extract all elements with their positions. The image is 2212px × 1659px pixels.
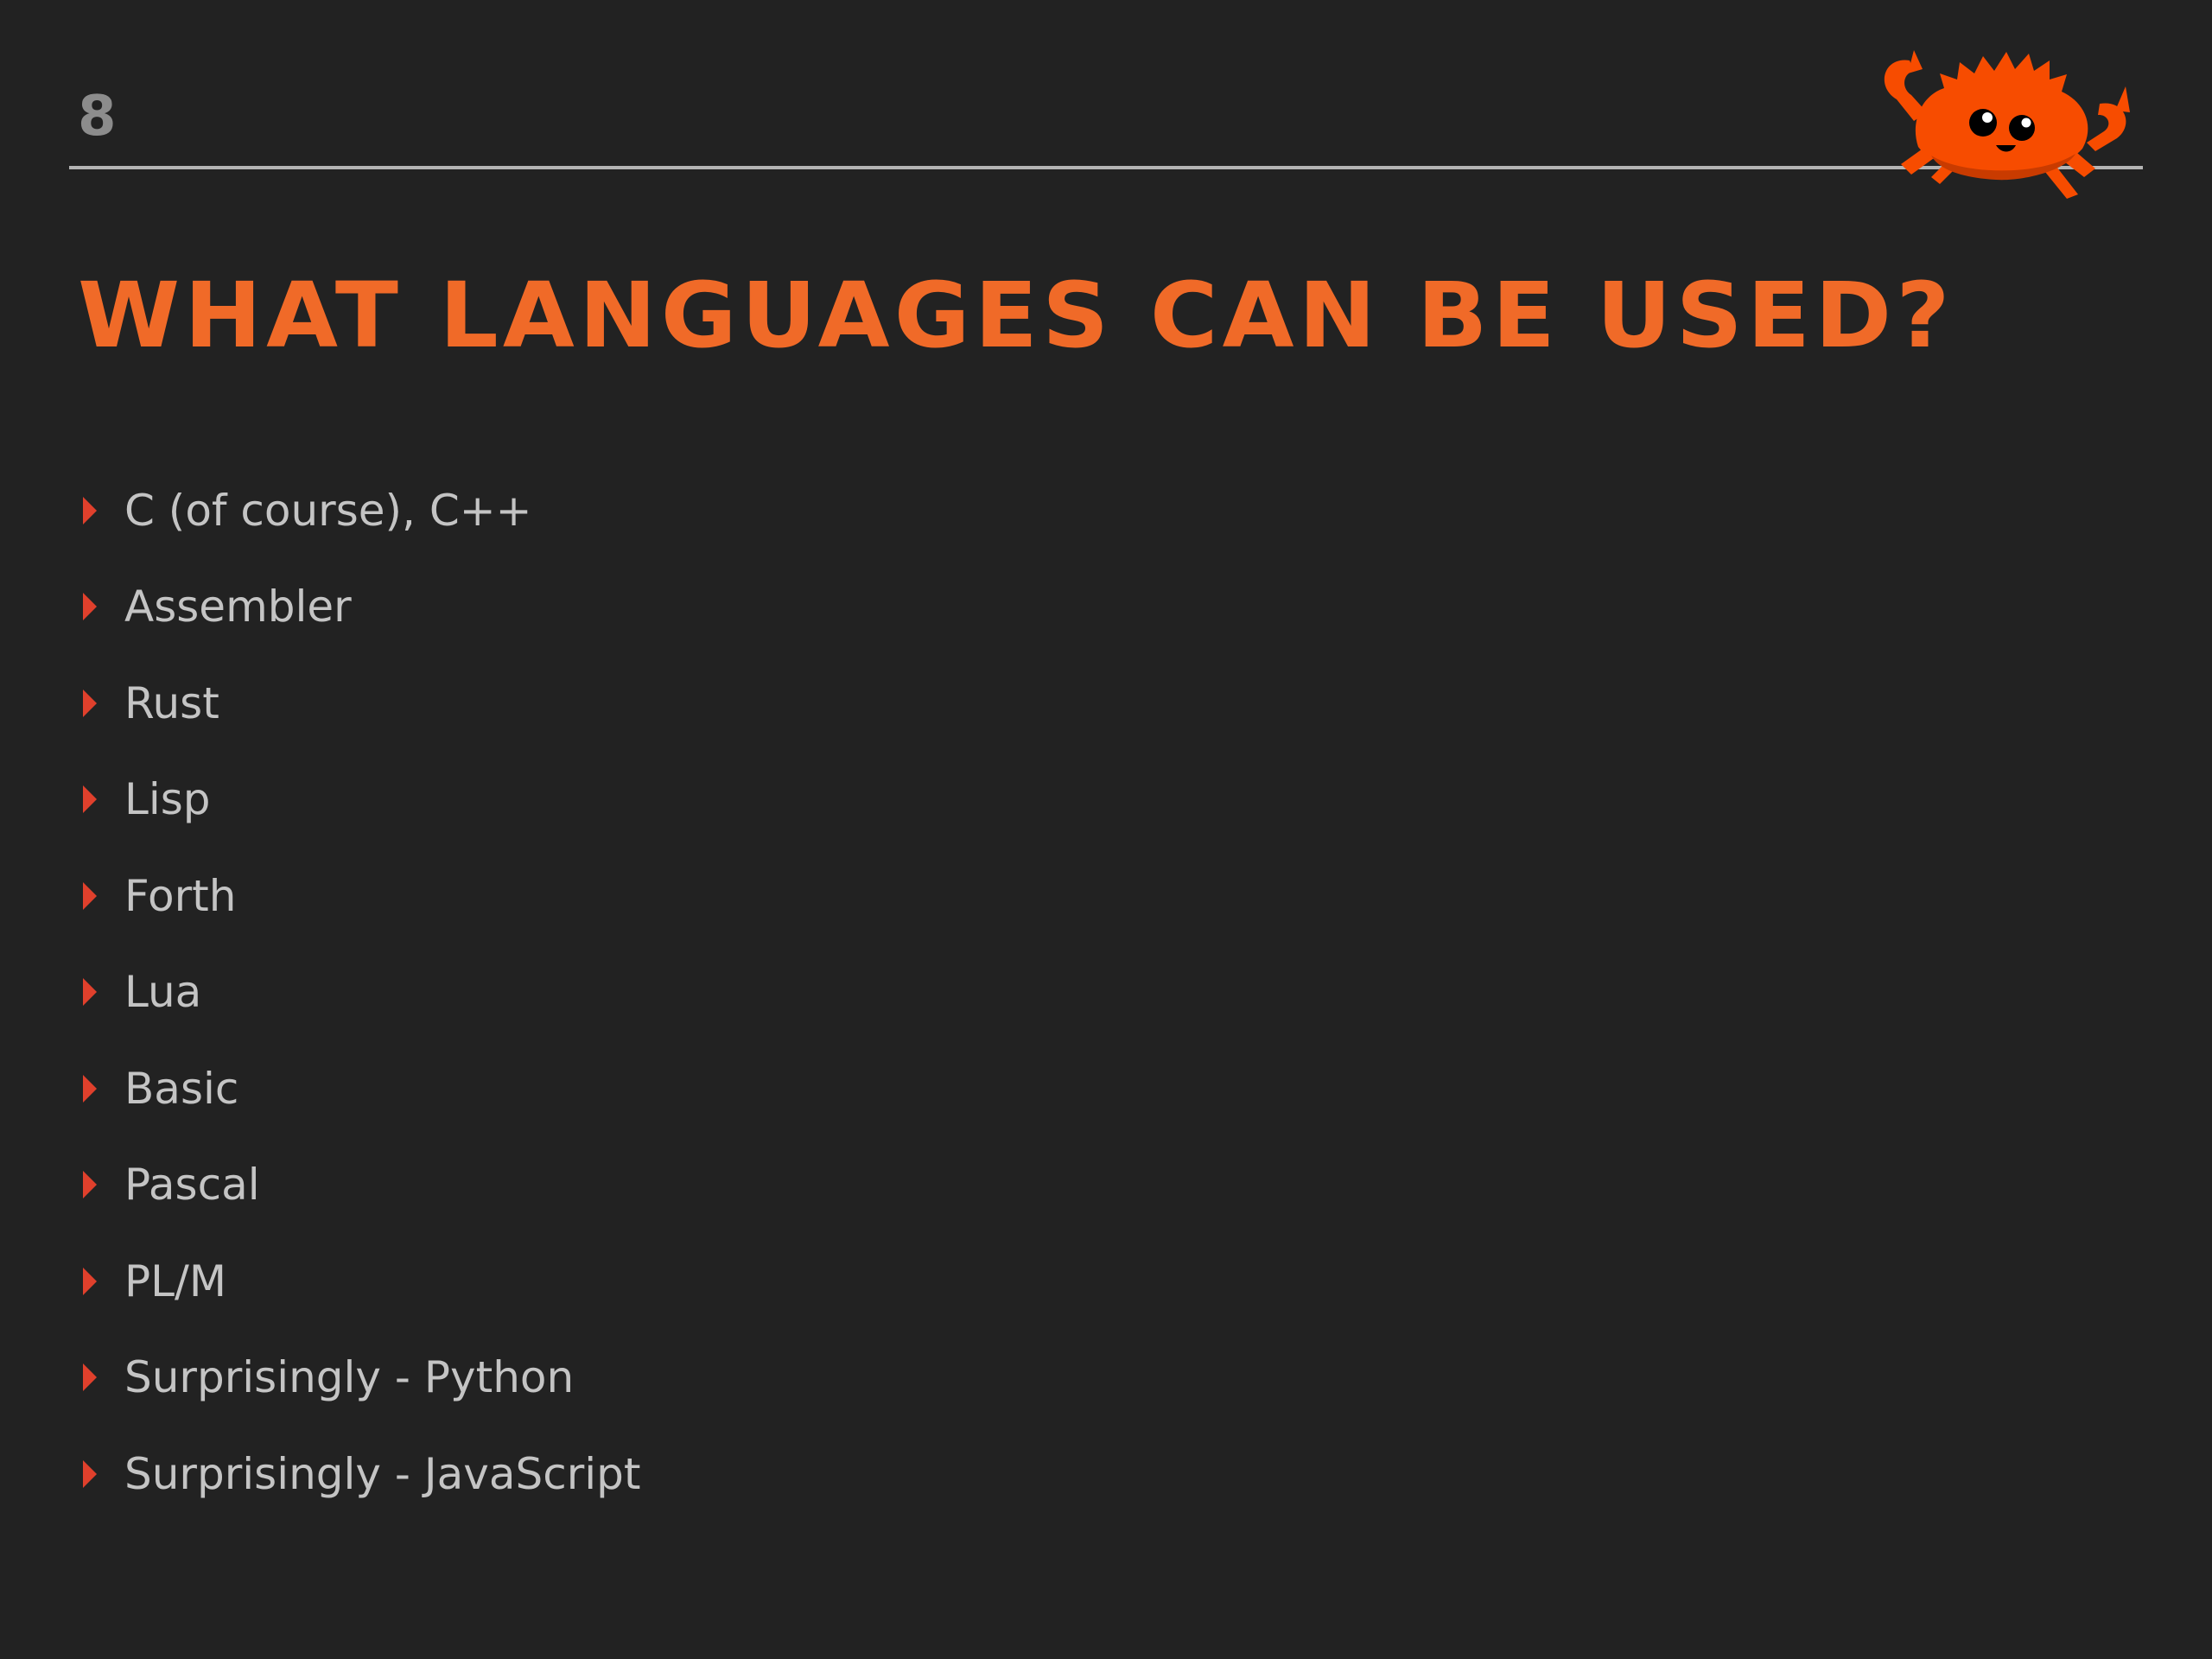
list-item-label: Pascal <box>124 1160 260 1211</box>
list-item-label: Surprisingly - Python <box>124 1352 575 1403</box>
list-item: Lua <box>83 944 641 1041</box>
bullet-arrow-icon <box>83 1459 97 1488</box>
rust-crab-ferris-icon <box>1884 50 2130 199</box>
bullet-arrow-icon <box>83 689 97 717</box>
bullet-arrow-icon <box>83 496 97 524</box>
header-divider <box>69 166 2143 169</box>
slide-number: 8 <box>78 85 118 149</box>
bullet-list: C (of course), C++ Assembler Rust Lisp F… <box>83 462 641 1522</box>
bullet-arrow-icon <box>83 978 97 1007</box>
list-item: Basic <box>83 1040 641 1137</box>
bullet-arrow-icon <box>83 881 97 910</box>
list-item-label: Lua <box>124 967 202 1018</box>
list-item-label: Surprisingly - JavaScript <box>124 1448 641 1499</box>
bullet-arrow-icon <box>83 1267 97 1295</box>
list-item-label: Assembler <box>124 582 352 632</box>
list-item-label: PL/M <box>124 1255 226 1306</box>
slide: 8 WHAT LANGUAGES CAN BE USED? C (of cour… <box>0 0 2212 1659</box>
list-item: Assembler <box>83 559 641 656</box>
list-item-label: Lisp <box>124 774 211 825</box>
bullet-arrow-icon <box>83 1171 97 1199</box>
list-item-label: Forth <box>124 870 237 921</box>
list-item: C (of course), C++ <box>83 462 641 559</box>
list-item: PL/M <box>83 1233 641 1330</box>
slide-title: WHAT LANGUAGES CAN BE USED? <box>78 263 1955 368</box>
list-item: Surprisingly - Python <box>83 1330 641 1427</box>
bullet-arrow-icon <box>83 785 97 814</box>
list-item: Forth <box>83 848 641 944</box>
list-item: Surprisingly - JavaScript <box>83 1426 641 1522</box>
bullet-arrow-icon <box>83 593 97 621</box>
list-item: Rust <box>83 655 641 752</box>
list-item-label: Rust <box>124 677 219 728</box>
list-item: Pascal <box>83 1137 641 1234</box>
bullet-arrow-icon <box>83 1074 97 1103</box>
list-item: Lisp <box>83 752 641 849</box>
list-item-label: Basic <box>124 1063 239 1114</box>
bullet-arrow-icon <box>83 1363 97 1392</box>
list-item-label: C (of course), C++ <box>124 485 532 536</box>
